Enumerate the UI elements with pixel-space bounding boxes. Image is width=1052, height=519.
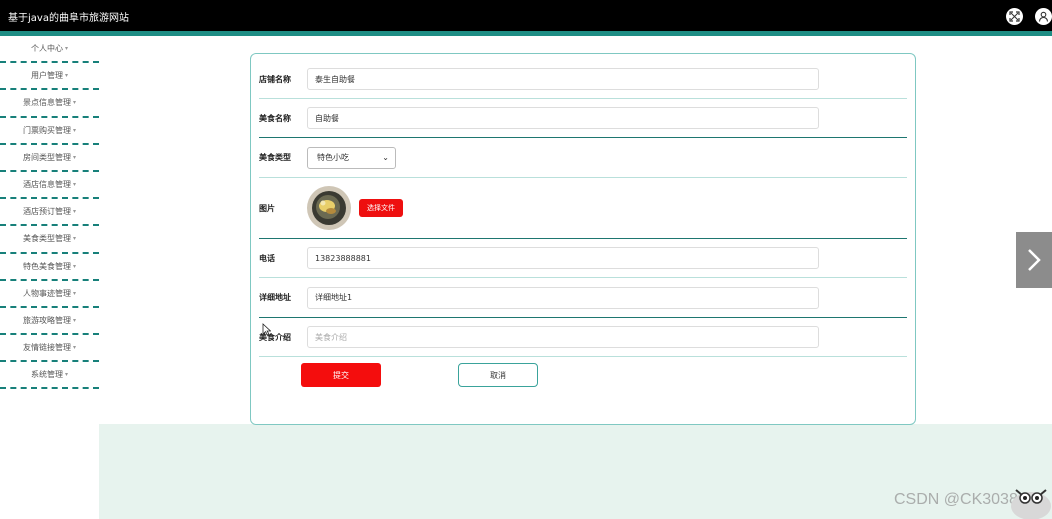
sidebar-item-label: 个人中心 [30,44,63,54]
chevron-down-icon: ▾ [72,99,76,107]
sidebar-item-label: 房间类型管理 [22,152,71,162]
sidebar-item-tickets[interactable]: 门票购买管理 ▾ [0,118,99,145]
sidebar-item-system[interactable]: 系统管理 ▾ [0,362,99,390]
food-type-select[interactable]: 特色小吃 ⌄ [307,146,396,169]
chevron-right-icon [1028,249,1041,271]
user-button[interactable] [1035,8,1052,25]
form-row-phone: 电话 [259,239,907,278]
food-name-input[interactable] [307,107,819,129]
sidebar: 个人中心 ▾ 用户管理 ▾ 景点信息管理 ▾ 门票购买管理 ▾ 房间类型管理 ▾ 酒店信息… [0,36,99,519]
food-type-value: 特色小吃 [317,153,349,162]
shop-name-input[interactable] [307,68,819,90]
chevron-down-icon: ▾ [72,344,76,352]
chevron-down-icon: ▾ [72,153,76,161]
sidebar-item-label: 美食类型管理 [22,234,71,244]
sidebar-item-hotels[interactable]: 酒店信息管理 ▾ [0,172,99,200]
intro-input[interactable] [307,326,819,348]
sidebar-item-label: 用户管理 [30,71,63,81]
address-label: 详细地址 [259,293,291,302]
mouse-cursor-icon [262,323,271,336]
sidebar-item-label: 酒店信息管理 [22,180,71,190]
chevron-down-icon: ▾ [64,72,68,80]
mascot-icon [1011,489,1051,519]
sidebar-item-label: 酒店预订管理 [22,207,71,217]
sidebar-item-scenic-spots[interactable]: 景点信息管理 ▾ [0,90,99,118]
sidebar-item-label: 景点信息管理 [22,98,71,108]
sidebar-item-hotel-booking[interactable]: 酒店预订管理 ▾ [0,199,99,227]
form-row-food-name: 美食名称 [259,99,907,138]
cancel-button[interactable]: 取消 [458,363,538,387]
chevron-down-icon: ▾ [72,316,76,324]
top-bar: 基于java的曲阜市旅游网站 [0,0,1052,31]
image-label: 图片 [259,203,275,213]
phone-input[interactable] [307,247,819,269]
form-row-food-type: 美食类型 特色小吃 ⌄ [259,138,907,178]
food-type-label: 美食类型 [259,153,291,162]
sidebar-item-label: 人物事迹管理 [22,288,71,298]
expand-icon [1009,11,1020,22]
chevron-down-icon: ▾ [64,45,68,53]
sidebar-item-travel-guides[interactable]: 旅游攻略管理 ▾ [0,308,99,336]
watermark-text: CSDN @CK3038 [894,491,1018,508]
food-image-thumbnail [307,186,351,230]
sidebar-item-personal-center[interactable]: 个人中心 ▾ [0,36,99,64]
sidebar-item-special-food[interactable]: 特色美食管理 ▾ [0,254,99,281]
next-page-button[interactable] [1016,232,1052,288]
user-icon [1038,11,1049,22]
chevron-down-icon: ▾ [72,235,76,243]
sidebar-item-room-types[interactable]: 房间类型管理 ▾ [0,145,99,172]
fullscreen-button[interactable] [1006,8,1023,25]
chevron-down-icon: ▾ [72,126,76,134]
sidebar-item-label: 系统管理 [30,370,63,380]
sidebar-item-figures[interactable]: 人物事迹管理 ▾ [0,281,99,308]
sidebar-item-label: 门票购买管理 [22,125,71,135]
form-row-shop-name: 店铺名称 [259,60,907,99]
form-row-address: 详细地址 [259,278,907,318]
sidebar-item-links[interactable]: 友情链接管理 ▾ [0,335,99,363]
sidebar-item-users[interactable]: 用户管理 ▾ [0,63,99,91]
chevron-down-icon: ⌄ [382,153,389,162]
submit-button[interactable]: 提交 [301,363,381,387]
food-name-label: 美食名称 [259,113,291,123]
sidebar-item-label: 特色美食管理 [22,261,71,271]
sidebar-item-label: 旅游攻略管理 [22,315,71,325]
chevron-down-icon: ▾ [72,262,76,270]
chevron-down-icon: ▾ [72,181,76,189]
food-edit-form: 店铺名称 美食名称 美食类型 特色小吃 ⌄ 图片 选择文件 电话 [250,53,916,425]
form-row-intro: 美食介绍 [259,318,907,357]
phone-label: 电话 [259,253,275,263]
chevron-down-icon: ▾ [72,289,76,297]
app-title: 基于java的曲阜市旅游网站 [8,13,129,24]
address-input[interactable] [307,286,819,309]
shop-name-label: 店铺名称 [259,74,291,84]
header-accent-strip [0,31,1052,36]
sidebar-item-label: 友情链接管理 [22,343,71,353]
choose-file-button[interactable]: 选择文件 [359,199,403,217]
sidebar-item-food-types[interactable]: 美食类型管理 ▾ [0,226,99,254]
chevron-down-icon: ▾ [72,208,76,216]
form-row-image: 图片 选择文件 [259,178,907,239]
chevron-down-icon: ▾ [64,371,68,379]
